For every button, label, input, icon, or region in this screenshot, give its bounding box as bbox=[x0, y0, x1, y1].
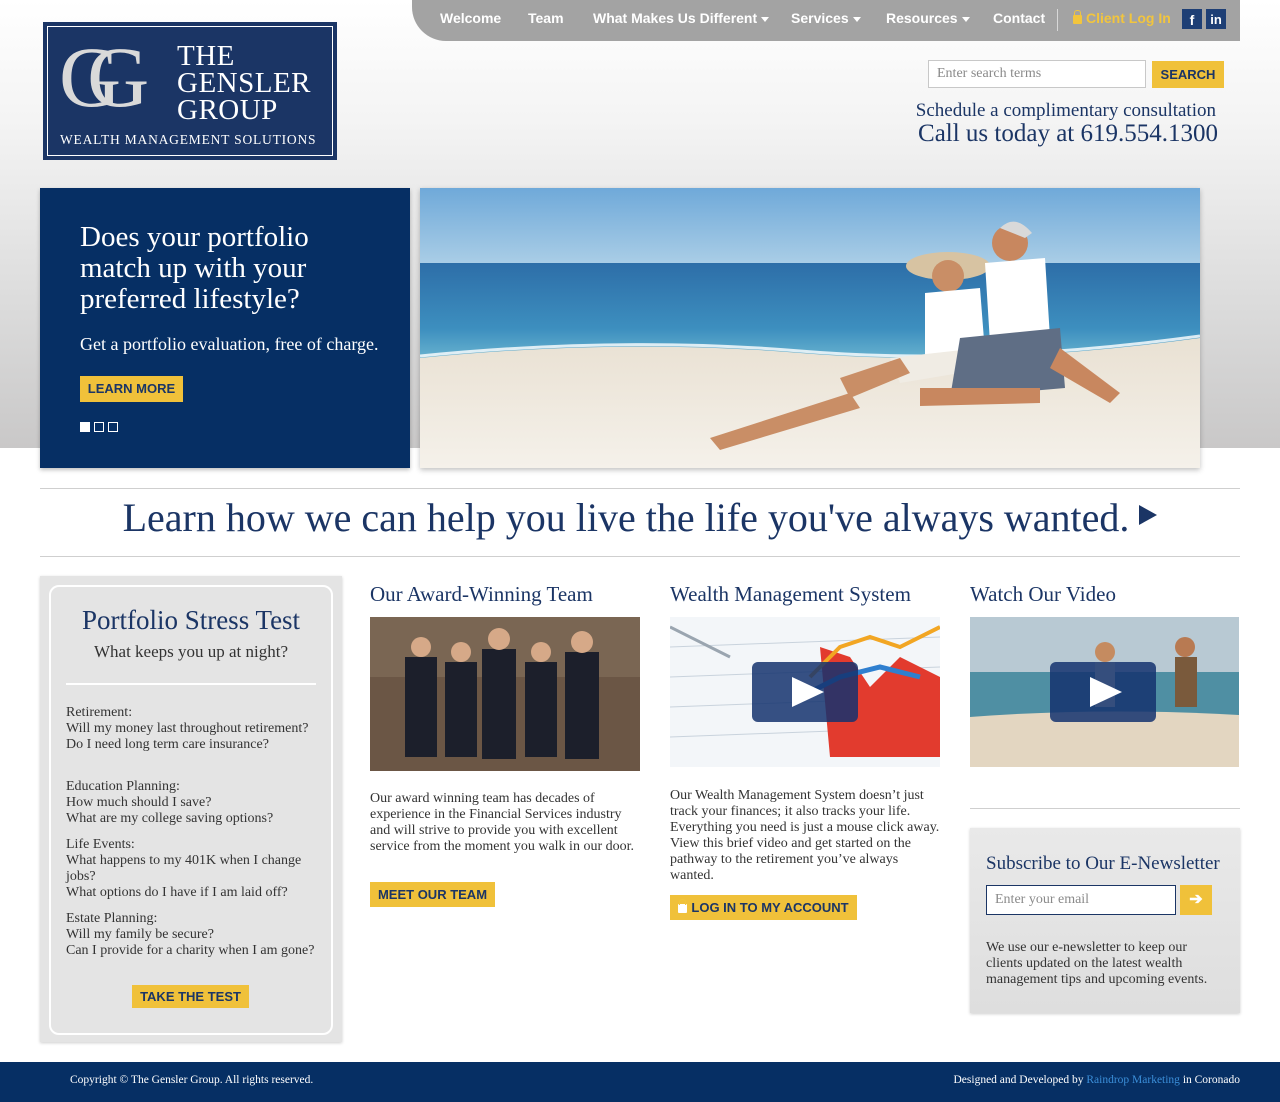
stress-group-retirement: Retirement: Will my money last throughou… bbox=[66, 705, 321, 753]
meet-our-team-button[interactable]: MEET OUR TEAM bbox=[370, 882, 495, 907]
group-question: What options do I have if I am laid off? bbox=[66, 885, 288, 900]
nav-label: Welcome bbox=[440, 10, 502, 26]
nav-resources[interactable]: Resources bbox=[886, 10, 970, 26]
hero-panel: Does your portfolio match up with your p… bbox=[40, 188, 410, 468]
group-question: How much should I save? bbox=[66, 795, 212, 810]
call-phone[interactable]: Call us today at 619.554.1300 bbox=[918, 120, 1218, 148]
stress-group-life-events: Life Events: What happens to my 401K whe… bbox=[66, 837, 321, 901]
lock-icon bbox=[1073, 10, 1082, 24]
group-question: What are my college saving options? bbox=[66, 811, 274, 826]
nav-contact[interactable]: Contact bbox=[993, 10, 1045, 26]
nav-label: Resources bbox=[886, 10, 958, 26]
group-heading: Retirement: bbox=[66, 705, 133, 720]
play-arrow-icon bbox=[1139, 505, 1158, 525]
stress-test-title: Portfolio Stress Test bbox=[81, 605, 301, 635]
nav-label: What Makes Us Different bbox=[593, 10, 758, 26]
footer: Copyright © The Gensler Group. All right… bbox=[0, 1062, 1280, 1102]
newsletter-text: We use our e-newsletter to keep our clie… bbox=[986, 940, 1208, 987]
designer-credit: Designed and Developed by Raindrop Marke… bbox=[954, 1074, 1241, 1086]
video-divider bbox=[970, 808, 1240, 809]
login-account-button[interactable]: LOG IN TO MY ACCOUNT bbox=[670, 895, 857, 920]
logo-subtitle: WEALTH MANAGEMENT SOLUTIONS bbox=[60, 132, 317, 147]
stress-test-card: Portfolio Stress Test What keeps you up … bbox=[49, 585, 333, 1035]
group-heading: Estate Planning: bbox=[66, 911, 158, 926]
play-video-icon[interactable] bbox=[752, 662, 858, 722]
chevron-down-icon bbox=[961, 16, 970, 22]
gensler-logo[interactable]: GG THE GENSLER GROUP WEALTH MANAGEMENT S… bbox=[43, 22, 337, 160]
hero-subtitle: Get a portfolio evaluation, free of char… bbox=[80, 334, 379, 354]
hero-title: Does your portfolio match up with your p… bbox=[80, 221, 309, 315]
stress-test-panel: Portfolio Stress Test What keeps you up … bbox=[40, 576, 342, 1042]
group-heading: Education Planning: bbox=[66, 779, 180, 794]
linkedin-icon[interactable]: in bbox=[1206, 9, 1226, 29]
designed-prefix: Designed and Developed by bbox=[953, 1074, 1084, 1086]
nav-welcome[interactable]: Welcome bbox=[440, 10, 501, 26]
group-question: Will my family be secure? bbox=[66, 927, 214, 942]
group-question: What happens to my 401K when I change jo… bbox=[66, 853, 302, 884]
video-thumbnail[interactable] bbox=[970, 617, 1239, 767]
designed-suffix: in Coronado bbox=[1182, 1074, 1240, 1086]
team-text: Our award winning team has decades of ex… bbox=[370, 791, 634, 854]
copyright-text: Copyright © The Gensler Group. All right… bbox=[70, 1074, 314, 1086]
chevron-down-icon bbox=[761, 16, 770, 22]
nav-team[interactable]: Team bbox=[528, 10, 564, 26]
lock-icon bbox=[678, 899, 688, 913]
login-account-label: LOG IN TO MY ACCOUNT bbox=[691, 900, 849, 915]
beach-couple-illustration bbox=[420, 188, 1200, 468]
newsletter-title: Subscribe to Our E-Newsletter bbox=[986, 853, 1220, 874]
nav-label: Services bbox=[791, 10, 849, 26]
schedule-text: Schedule a complimentary consultation bbox=[915, 100, 1216, 121]
group-question: Will my money last throughout retirement… bbox=[66, 721, 309, 736]
facebook-icon[interactable]: f bbox=[1182, 9, 1202, 29]
wealth-text: Our Wealth Management System doesn’t jus… bbox=[670, 788, 940, 883]
nav-services[interactable]: Services bbox=[791, 10, 861, 26]
divider-bottom bbox=[40, 556, 1240, 557]
learn-more-button[interactable]: LEARN MORE bbox=[80, 376, 183, 402]
tagline-link[interactable]: Learn how we can help you live the life … bbox=[0, 494, 1280, 541]
divider-top bbox=[40, 488, 1240, 489]
search-input[interactable] bbox=[928, 60, 1146, 88]
designer-link[interactable]: Raindrop Marketing bbox=[1086, 1074, 1180, 1086]
chevron-down-icon bbox=[852, 16, 861, 22]
main-nav: Welcome Team What Makes Us Different Ser… bbox=[412, 0, 1240, 41]
search-button[interactable]: SEARCH bbox=[1152, 61, 1224, 88]
slide-dot-3[interactable] bbox=[108, 422, 118, 432]
newsletter-submit-button[interactable]: ➔ bbox=[1180, 885, 1212, 915]
nav-what-makes-us-different[interactable]: What Makes Us Different bbox=[593, 10, 770, 26]
slide-dot-1[interactable] bbox=[80, 422, 90, 432]
email-field[interactable] bbox=[986, 885, 1176, 915]
slide-dot-2[interactable] bbox=[94, 422, 104, 432]
login-label: Client Log In bbox=[1086, 10, 1171, 26]
team-title[interactable]: Our Award-Winning Team bbox=[370, 582, 593, 607]
logo-line-3: GROUP bbox=[177, 94, 278, 126]
client-login-link[interactable]: Client Log In bbox=[1073, 10, 1171, 26]
tagline-text: Learn how we can help you live the life … bbox=[122, 495, 1130, 540]
take-the-test-button[interactable]: TAKE THE TEST bbox=[132, 985, 249, 1008]
group-question: Can I provide for a charity when I am go… bbox=[66, 943, 315, 958]
logo-mark: GG bbox=[59, 29, 149, 125]
wealth-video-thumbnail[interactable] bbox=[670, 617, 940, 767]
stress-group-education: Education Planning: How much should I sa… bbox=[66, 779, 321, 827]
logo-line-2: GENSLER bbox=[177, 67, 311, 99]
team-photo-illustration bbox=[370, 617, 640, 771]
group-question: Do I need long term care insurance? bbox=[66, 737, 269, 752]
video-title[interactable]: Watch Our Video bbox=[970, 582, 1116, 607]
stress-group-estate: Estate Planning: Will my family be secur… bbox=[66, 911, 321, 959]
play-video-icon[interactable] bbox=[1050, 662, 1156, 722]
team-photo[interactable] bbox=[370, 617, 640, 771]
nav-separator bbox=[1057, 9, 1058, 31]
hero-beach-image bbox=[420, 188, 1200, 468]
stress-test-divider bbox=[66, 683, 316, 685]
logo-line-1: THE bbox=[177, 40, 235, 72]
wealth-title[interactable]: Wealth Management System bbox=[670, 582, 911, 607]
stress-test-subtitle: What keeps you up at night? bbox=[93, 642, 289, 661]
group-heading: Life Events: bbox=[66, 837, 135, 852]
nav-label: Contact bbox=[993, 10, 1046, 26]
nav-label: Team bbox=[528, 10, 564, 26]
newsletter-panel: Subscribe to Our E-Newsletter ➔ We use o… bbox=[970, 828, 1240, 1013]
